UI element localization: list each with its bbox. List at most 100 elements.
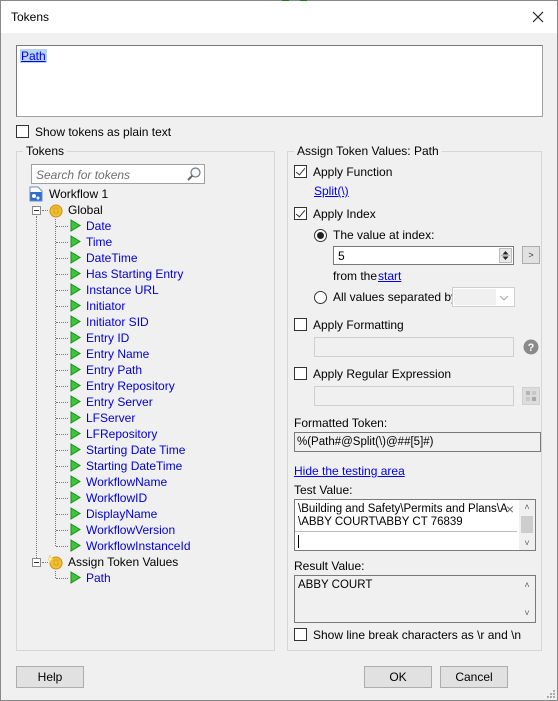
index-spinner[interactable]: 5 <box>333 246 514 265</box>
assign-token-icon <box>48 554 63 570</box>
collapse-toggle[interactable] <box>32 206 41 215</box>
token-play-icon <box>70 235 81 248</box>
tree-token-label: Time <box>86 235 113 249</box>
tree-connector <box>56 386 68 387</box>
tree-token-label: WorkflowVersion <box>86 523 176 537</box>
apply-regex-checkbox[interactable] <box>294 367 307 380</box>
split-function-link[interactable]: Split(\) <box>314 184 349 198</box>
tree-connector <box>56 306 68 307</box>
tree-token-label: Starting DateTime <box>86 459 183 473</box>
test-value-line1: \Building and Safety\Permits and Plans\A <box>298 503 508 515</box>
assign-group-title: Assign Token Values: Path <box>294 144 442 158</box>
token-play-icon <box>70 523 81 536</box>
tree-connector <box>56 402 68 403</box>
resize-grip-icon[interactable] <box>547 690 555 698</box>
token-play-icon <box>70 299 81 312</box>
token-play-icon <box>70 347 81 360</box>
index-value: 5 <box>338 249 345 263</box>
token-search-input[interactable]: Search for tokens <box>31 164 205 184</box>
hide-testing-area-link[interactable]: Hide the testing area <box>294 464 405 478</box>
chevron-down-icon <box>499 295 509 301</box>
start-link[interactable]: start <box>378 269 401 283</box>
tree-root-label: Workflow 1 <box>49 187 109 201</box>
tree-token-label: Entry ID <box>86 331 130 345</box>
regex-builder-icon <box>526 391 536 401</box>
result-value-scrollbar[interactable]: ˄ ˅ <box>519 576 535 622</box>
help-button-label: Help <box>37 670 63 684</box>
collapse-toggle[interactable] <box>32 558 41 567</box>
token-play-icon <box>70 219 81 232</box>
tree-connector <box>42 210 48 211</box>
test-value-scrollbar[interactable]: ˄ ˅ <box>519 500 535 550</box>
tree-connector <box>42 562 48 563</box>
title-bar: Tokens <box>1 1 557 33</box>
tree-token-label: WorkflowID <box>86 491 148 505</box>
tree-connector <box>56 466 68 467</box>
token-play-icon <box>70 571 81 584</box>
tree-token-label: DateTime <box>86 251 138 265</box>
scrollbar-thumb[interactable] <box>521 516 533 533</box>
help-button[interactable]: Help <box>16 666 84 688</box>
apply-index-checkbox[interactable] <box>294 207 307 220</box>
tree-token-label: Path <box>86 571 111 585</box>
tree-token-label: Entry Repository <box>86 379 175 393</box>
tree-connector <box>56 546 68 547</box>
svg-text:?: ? <box>528 342 535 354</box>
token-play-icon <box>70 379 81 392</box>
tree-connector <box>56 450 68 451</box>
show-line-breaks-checkbox[interactable] <box>294 628 307 641</box>
tree-connector <box>56 242 68 243</box>
tree-connector <box>56 482 68 483</box>
tree-token-label: DisplayName <box>86 507 158 521</box>
tree-token-label: WorkflowName <box>86 475 168 489</box>
scroll-down-icon[interactable]: ˅ <box>520 537 534 549</box>
window-title: Tokens <box>11 10 50 24</box>
apply-regex-label: Apply Regular Expression <box>313 367 452 381</box>
cancel-button[interactable]: Cancel <box>440 666 508 688</box>
tree-token-label: Instance URL <box>86 283 159 297</box>
index-next-button[interactable]: > <box>522 246 540 264</box>
token-expression-editor[interactable]: Path <box>16 45 543 117</box>
apply-function-checkbox[interactable] <box>294 165 307 178</box>
text-cursor <box>298 535 299 548</box>
value-at-index-label: The value at index: <box>333 228 435 242</box>
token-path-link[interactable]: Path <box>20 49 47 63</box>
ok-button[interactable]: OK <box>364 666 432 688</box>
token-play-icon <box>70 491 81 504</box>
tree-connector <box>56 258 68 259</box>
show-plain-text-checkbox[interactable] <box>16 125 29 138</box>
close-icon <box>532 11 544 23</box>
next-icon: > <box>528 250 534 260</box>
scroll-down-icon[interactable]: ˅ <box>520 607 534 619</box>
all-values-label: All values separated by: <box>333 290 461 304</box>
tree-connector <box>56 498 68 499</box>
tree-connector <box>55 219 56 546</box>
close-button[interactable] <box>525 5 551 29</box>
regex-input[interactable] <box>314 386 514 406</box>
scroll-up-icon[interactable]: ˄ <box>520 579 534 591</box>
tree-connector <box>56 514 68 515</box>
clear-test-value-icon[interactable]: × <box>506 501 514 517</box>
help-icon[interactable]: ? <box>523 339 539 355</box>
tree-connector <box>56 434 68 435</box>
tree-connector <box>56 274 68 275</box>
spinner-buttons[interactable] <box>499 248 512 263</box>
tree-connector <box>56 418 68 419</box>
value-at-index-radio[interactable] <box>314 229 327 242</box>
test-value-entry[interactable]: \Building and Safety\Permits and Plans\A… <box>295 500 517 532</box>
all-values-radio[interactable] <box>314 291 327 304</box>
tree-connector <box>56 530 68 531</box>
regex-builder-button[interactable] <box>522 387 540 405</box>
token-play-icon <box>70 411 81 424</box>
tree-connector <box>56 370 68 371</box>
scroll-up-icon[interactable]: ˄ <box>520 501 534 513</box>
cancel-button-label: Cancel <box>455 670 493 684</box>
tree-token-label: LFServer <box>86 411 136 425</box>
apply-formatting-checkbox[interactable] <box>294 318 307 331</box>
tokens-dialog: Tokens Path Show tokens as plain text To… <box>0 0 558 701</box>
separator-dropdown[interactable] <box>452 287 515 307</box>
result-value-field[interactable]: ABBY COURT ˄ ˅ <box>294 575 536 623</box>
formatting-input[interactable] <box>314 337 514 357</box>
test-value-input[interactable]: \Building and Safety\Permits and Plans\A… <box>294 499 536 551</box>
formatted-token-field[interactable]: %(Path#@Split(\)@##[5]#) <box>294 432 541 452</box>
